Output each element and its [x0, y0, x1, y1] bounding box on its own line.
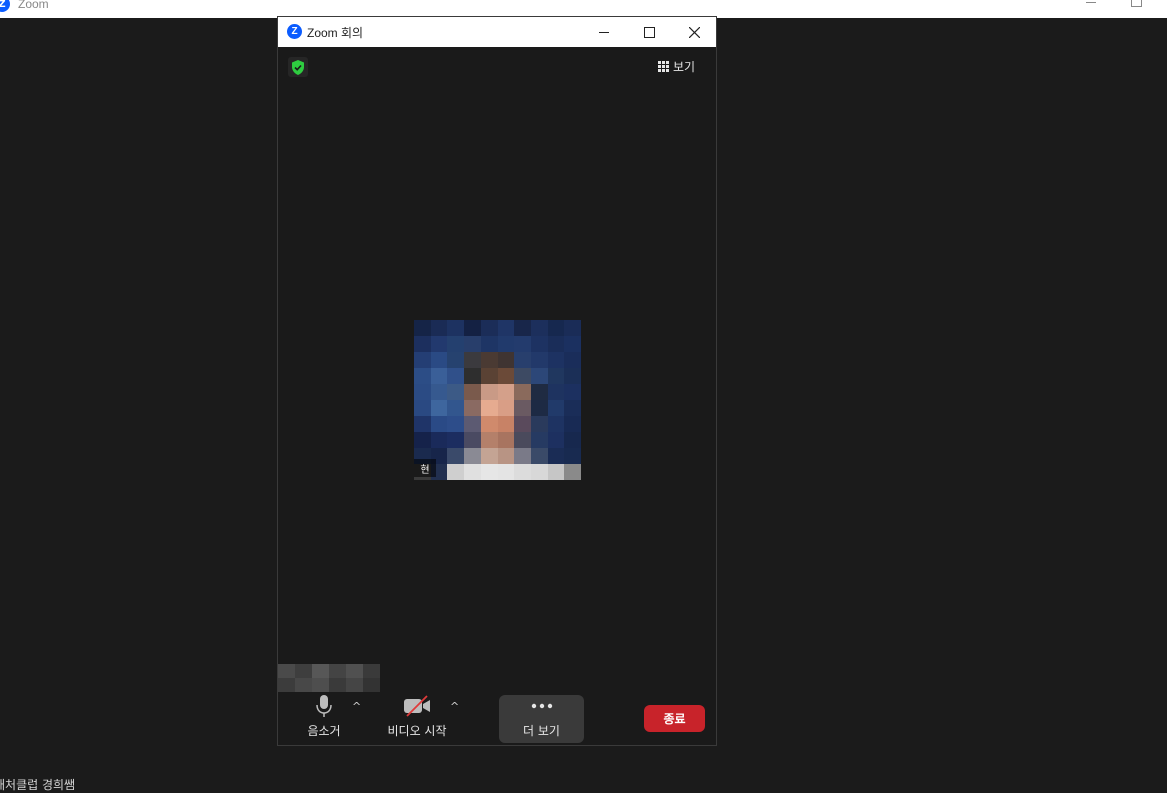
more-dots-icon — [531, 703, 552, 709]
close-button[interactable] — [672, 17, 716, 47]
meeting-window-title: Zoom 회의 — [307, 26, 364, 40]
end-meeting-button[interactable]: 종료 — [644, 705, 705, 732]
close-icon — [688, 26, 700, 38]
view-button-label: 보기 — [673, 59, 696, 74]
zoom-logo-icon: Z — [0, 0, 10, 12]
meeting-titlebar: Z Zoom 회의 — [278, 17, 716, 47]
video-off-icon — [404, 695, 430, 717]
more-label: 더 보기 — [523, 724, 560, 738]
minimize-icon — [599, 31, 609, 33]
start-video-button[interactable]: 비디오 시작 — [382, 692, 452, 747]
encryption-shield-button[interactable] — [288, 57, 308, 77]
minimize-button[interactable] — [582, 17, 626, 47]
maximize-button[interactable] — [627, 17, 671, 47]
more-button[interactable]: 더 보기 — [499, 692, 584, 747]
grid-view-icon — [658, 60, 669, 72]
background-window-title: Zoom — [18, 0, 49, 11]
view-button[interactable]: 보기 — [658, 55, 708, 77]
background-caption-text: 채처클럽 경희쌤 — [0, 778, 76, 792]
meeting-window: Z Zoom 회의 보기 현 음소거 ^ 비디오 시작 ^ 더 보기 종료 — [277, 16, 717, 746]
maximize-icon[interactable] — [1131, 0, 1142, 7]
blurred-name-tag — [278, 664, 380, 692]
minimize-icon[interactable] — [1086, 2, 1096, 3]
audio-options-chevron-icon[interactable]: ^ — [352, 700, 361, 713]
start-video-label: 비디오 시작 — [387, 724, 447, 738]
zoom-logo-icon: Z — [287, 24, 302, 39]
shield-check-icon — [292, 59, 304, 75]
meeting-toolbar: 음소거 ^ 비디오 시작 ^ 더 보기 종료 — [278, 692, 716, 747]
maximize-icon — [643, 26, 655, 38]
mute-label: 음소거 — [307, 724, 341, 738]
participant-name-label: 현 — [414, 459, 436, 477]
microphone-icon — [316, 695, 332, 717]
participant-video-tile[interactable] — [414, 320, 581, 480]
mute-button[interactable]: 음소거 — [304, 692, 344, 747]
video-options-chevron-icon[interactable]: ^ — [450, 700, 459, 713]
